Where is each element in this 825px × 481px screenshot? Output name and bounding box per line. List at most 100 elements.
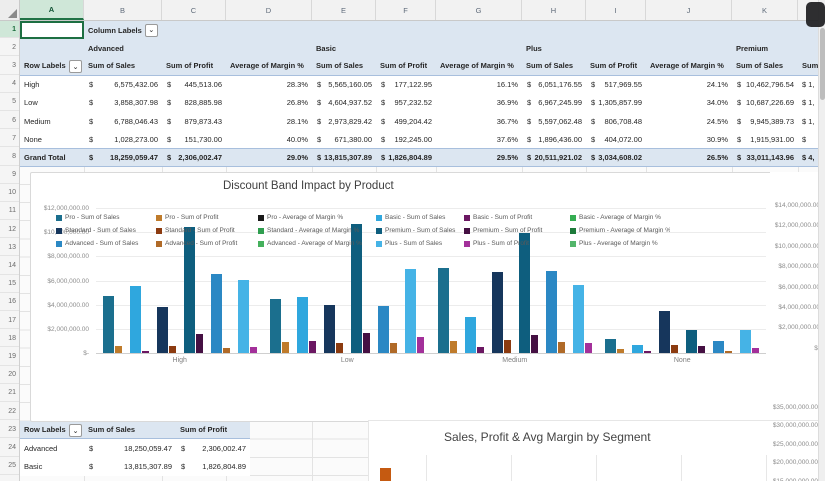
row-header-7[interactable]: 7: [0, 130, 19, 148]
pivot-row-label[interactable]: Low: [20, 93, 84, 112]
pivot-cell[interactable]: 26.5%: [646, 148, 732, 167]
scrollbar-thumb[interactable]: [820, 28, 825, 100]
pivot-cell[interactable]: [436, 21, 522, 40]
column-header-F[interactable]: F: [376, 0, 436, 20]
column-header-J[interactable]: J: [646, 0, 732, 20]
pivot-cell[interactable]: $33,011,143.96: [732, 148, 798, 167]
pivot-header-cell[interactable]: Sum of Sales: [522, 57, 586, 76]
pivot-header-cell[interactable]: Average of Margin %: [436, 57, 522, 76]
pivot-cell[interactable]: $18,250,059.47: [84, 439, 176, 458]
vertical-scrollbar[interactable]: [818, 0, 825, 481]
pivot-header-cell[interactable]: Sum of Profit: [376, 57, 436, 76]
pivot2-header-cell[interactable]: Sum of Profit: [176, 421, 250, 440]
pivot-cell[interactable]: [586, 39, 646, 58]
pivot-cell[interactable]: Plus: [522, 39, 586, 58]
pivot-cell[interactable]: [312, 21, 376, 40]
pivot-cell[interactable]: [646, 21, 732, 40]
pivot-cell[interactable]: [522, 21, 586, 40]
row-labels-header[interactable]: Row Labels ⌄: [20, 57, 84, 76]
pivot-cell[interactable]: $2,973,829.42: [312, 111, 376, 131]
row-header-24[interactable]: 24: [0, 439, 19, 457]
pivot-cell[interactable]: [732, 21, 798, 40]
pivot-row-label[interactable]: Advanced: [20, 439, 84, 458]
pivot-header-cell[interactable]: Average of Margin %: [646, 57, 732, 76]
row-header-11[interactable]: 11: [0, 203, 19, 221]
pivot-cell[interactable]: $1,826,804.89: [376, 148, 436, 167]
pivot-cell[interactable]: $3,858,307.98: [84, 93, 162, 112]
pivot-cell[interactable]: $5,565,160.05: [312, 75, 376, 94]
pivot-header-cell[interactable]: Average of Margin %: [226, 57, 312, 76]
pivot-cell[interactable]: 29.5%: [436, 148, 522, 167]
row-header-15[interactable]: 15: [0, 276, 19, 293]
row-labels-dropdown-button[interactable]: ⌄: [69, 424, 82, 437]
pivot-cell[interactable]: $13,815,307.89: [312, 148, 376, 167]
pivot-cell[interactable]: $3,034,608.02: [586, 148, 646, 167]
column-header-E[interactable]: E: [312, 0, 376, 20]
pivot-row-label[interactable]: None: [20, 130, 84, 149]
row-header-16[interactable]: 16: [0, 294, 19, 311]
pivot-cell[interactable]: $5,597,062.48: [522, 111, 586, 131]
pivot-row-label[interactable]: High: [20, 75, 84, 94]
pivot-cell[interactable]: [376, 39, 436, 58]
pivot-cell[interactable]: Advanced: [84, 39, 162, 58]
pivot-cell[interactable]: $9,945,389.73: [732, 111, 798, 131]
row-header-4[interactable]: 4: [0, 76, 19, 93]
pivot-cell[interactable]: 24.1%: [646, 75, 732, 94]
pivot-cell[interactable]: [20, 39, 84, 58]
row-header-19[interactable]: 19: [0, 348, 19, 366]
pivot-cell[interactable]: 30.9%: [646, 130, 732, 149]
pivot-cell[interactable]: $879,873.43: [162, 111, 226, 131]
row-header-17[interactable]: 17: [0, 312, 19, 330]
row-header-9[interactable]: 9: [0, 167, 19, 184]
row-header-12[interactable]: 12: [0, 221, 19, 239]
pivot-cell[interactable]: $1,305,857.99: [586, 93, 646, 112]
pivot-cell[interactable]: $10,462,796.54: [732, 75, 798, 94]
pivot-cell[interactable]: [436, 39, 522, 58]
pivot-cell[interactable]: 36.9%: [436, 93, 522, 112]
column-header-H[interactable]: H: [522, 0, 586, 20]
pivot2-header-cell[interactable]: Sum of Sales: [84, 421, 176, 440]
column-header-A[interactable]: A: [20, 0, 84, 20]
pivot-cell[interactable]: 29.0%: [226, 148, 312, 167]
pivot-cell[interactable]: $192,245.00: [376, 130, 436, 149]
pivot-cell[interactable]: $671,380.00: [312, 130, 376, 149]
pivot-cell[interactable]: $517,969.55: [586, 75, 646, 94]
pivot-row-label[interactable]: Grand Total: [20, 148, 84, 167]
pivot-cell[interactable]: $6,575,432.06: [84, 75, 162, 94]
pivot-cell[interactable]: [646, 39, 732, 58]
column-header-G[interactable]: G: [436, 0, 522, 20]
pivot-header-cell[interactable]: Sum of Profit: [162, 57, 226, 76]
pivot-header-cell[interactable]: Sum of Sales: [732, 57, 798, 76]
row-header-6[interactable]: 6: [0, 112, 19, 130]
row-header-13[interactable]: 13: [0, 239, 19, 257]
pivot-cell[interactable]: $1,826,804.89: [176, 457, 250, 476]
column-header-C[interactable]: C: [162, 0, 226, 20]
chart-discount-band-impact[interactable]: Discount Band Impact by Product $12,000,…: [30, 172, 772, 422]
row-header-22[interactable]: 22: [0, 403, 19, 421]
pivot-header-cell[interactable]: Sum of Sales: [312, 57, 376, 76]
row-header-10[interactable]: 10: [0, 185, 19, 202]
pivot-cell[interactable]: [226, 21, 312, 40]
row-header-5[interactable]: 5: [0, 94, 19, 111]
pivot-cell[interactable]: $151,730.00: [162, 130, 226, 149]
pivot-cell[interactable]: Premium: [732, 39, 798, 58]
row-header-2[interactable]: 2: [0, 39, 19, 57]
row-header-20[interactable]: 20: [0, 367, 19, 384]
column-header-K[interactable]: K: [732, 0, 798, 20]
pivot-cell[interactable]: Basic: [312, 39, 376, 58]
pivot-row-label[interactable]: Basic: [20, 457, 84, 476]
pivot-cell[interactable]: $1,896,436.00: [522, 130, 586, 149]
row-header-1[interactable]: 1: [0, 21, 19, 39]
filter-dropdown-button[interactable]: ⌄: [144, 23, 158, 37]
row-header-3[interactable]: 3: [0, 57, 19, 75]
pivot-cell[interactable]: 28.3%: [226, 75, 312, 94]
pivot-cell[interactable]: [162, 39, 226, 58]
pivot-cell[interactable]: 24.5%: [646, 111, 732, 131]
pivot-cell[interactable]: $445,513.06: [162, 75, 226, 94]
pivot-cell[interactable]: 36.7%: [436, 111, 522, 131]
pivot-cell[interactable]: $1,028,273.00: [84, 130, 162, 149]
row-header-8[interactable]: 8: [0, 148, 19, 166]
pivot-cell[interactable]: $1,915,931.00: [732, 130, 798, 149]
pivot-cell[interactable]: $4,604,937.52: [312, 93, 376, 112]
pivot-cell[interactable]: $499,204.42: [376, 111, 436, 131]
